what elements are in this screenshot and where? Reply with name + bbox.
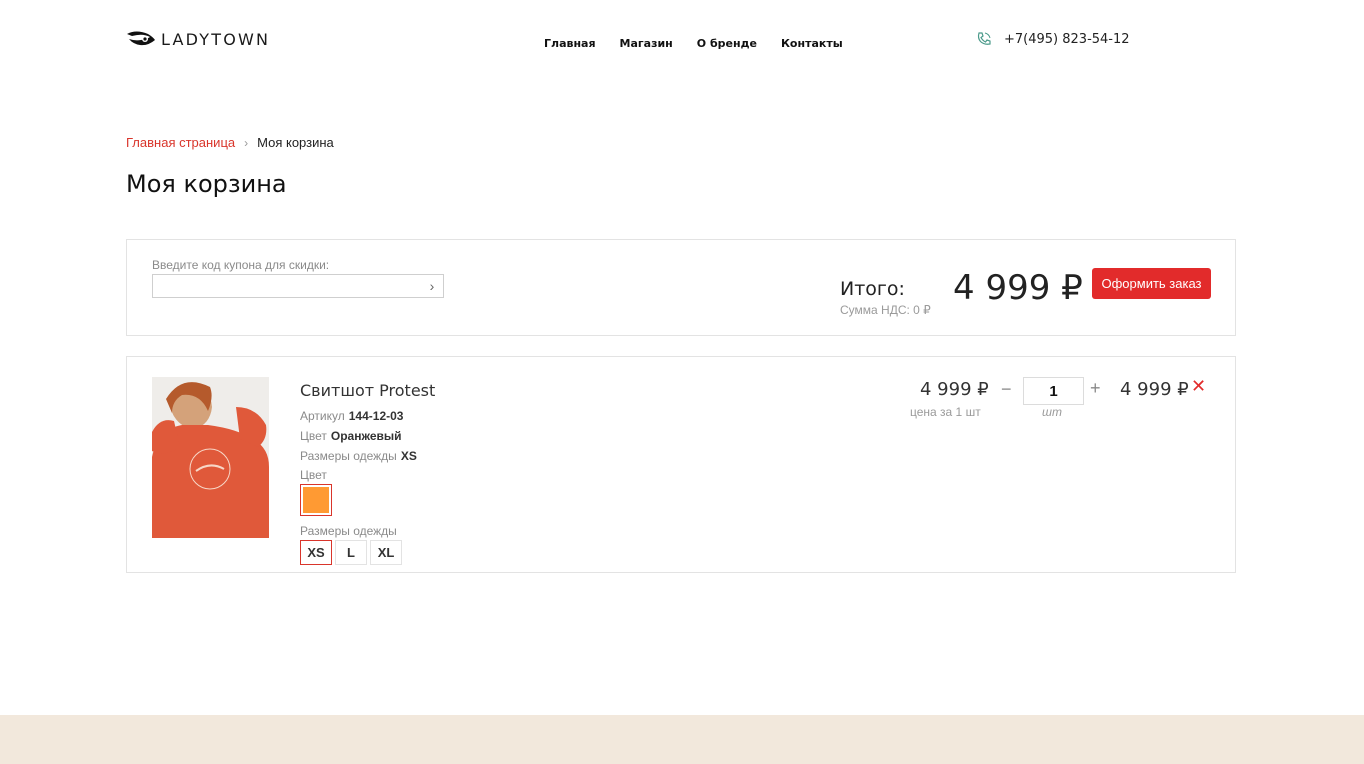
quantity-decrease-button[interactable]: −: [1001, 379, 1012, 400]
chevron-right-icon: ›: [244, 135, 249, 150]
product-image[interactable]: [152, 377, 269, 538]
total-value: 4 999 ₽: [953, 268, 1083, 308]
remove-item-close-icon[interactable]: ✕: [1191, 376, 1206, 397]
breadcrumb-home-link[interactable]: Главная страница: [126, 135, 235, 150]
quantity-unit: шт: [1042, 405, 1062, 419]
eye-logo-icon: [127, 31, 155, 46]
total-label: Итого:: [840, 278, 905, 300]
article-label: Артикул: [300, 409, 345, 423]
article-value: 144-12-03: [348, 409, 404, 423]
phone-icon: [977, 32, 991, 45]
size-option-l[interactable]: L: [335, 540, 367, 565]
coupon-input[interactable]: [153, 275, 413, 297]
breadcrumb-current: Моя корзина: [257, 135, 334, 150]
color-value: Оранжевый: [330, 429, 402, 443]
size-value: XS: [400, 449, 417, 463]
size-option-xl[interactable]: XL: [370, 540, 402, 565]
logo[interactable]: LADYTOWN: [126, 28, 270, 50]
phone-contact[interactable]: +7(495) 823-54-12: [976, 31, 1130, 47]
coupon-label: Введите код купона для скидки:: [152, 258, 330, 272]
product-name[interactable]: Свитшот Protest: [300, 381, 435, 400]
checkout-button[interactable]: Оформить заказ: [1092, 268, 1211, 299]
size-row: Размеры одежды XS: [300, 449, 417, 463]
cart-item: Свитшот Protest Артикул 144-12-03 Цвет Ора…: [126, 356, 1236, 573]
quantity-increase-button[interactable]: +: [1090, 378, 1101, 399]
color-row: Цвет Оранжевый: [300, 429, 402, 443]
footer-band: [0, 715, 1364, 764]
main-nav: Главная Магазин О бренде Контакты: [544, 37, 867, 50]
coupon-field-wrapper: ›: [152, 274, 444, 298]
breadcrumb: Главная страница › Моя корзина: [126, 135, 334, 150]
nav-item-shop[interactable]: Магазин: [620, 37, 673, 50]
nav-item-contacts[interactable]: Контакты: [781, 37, 843, 50]
size-label: Размеры одежды: [300, 449, 397, 463]
nav-item-home[interactable]: Главная: [544, 37, 596, 50]
vat-amount: Сумма НДС: 0 ₽: [840, 303, 931, 317]
phone-number[interactable]: +7(495) 823-54-12: [1004, 32, 1130, 47]
color-label: Цвет: [300, 429, 327, 443]
cart-summary: Введите код купона для скидки: › Итого: …: [126, 239, 1236, 336]
coupon-apply-chevron-icon[interactable]: ›: [423, 277, 441, 295]
page-title: Моя корзина: [126, 170, 287, 198]
color-picker-label: Цвет: [300, 468, 327, 482]
size-picker: XS L XL: [300, 540, 405, 565]
quantity-input[interactable]: [1023, 377, 1084, 405]
unit-price: 4 999 ₽: [920, 379, 989, 400]
logo-text: LADYTOWN: [161, 29, 271, 49]
unit-price-note: цена за 1 шт: [910, 405, 981, 419]
product-photo-icon: [152, 377, 269, 538]
size-picker-label: Размеры одежды: [300, 524, 397, 538]
size-option-xs[interactable]: XS: [300, 540, 332, 565]
color-swatch-fill: [303, 487, 329, 513]
article-row: Артикул 144-12-03: [300, 409, 403, 423]
color-swatch-orange[interactable]: [300, 484, 332, 516]
line-total: 4 999 ₽: [1120, 379, 1189, 400]
site-header: LADYTOWN Главная Магазин О бренде Контак…: [0, 0, 1364, 80]
nav-item-about[interactable]: О бренде: [697, 37, 757, 50]
